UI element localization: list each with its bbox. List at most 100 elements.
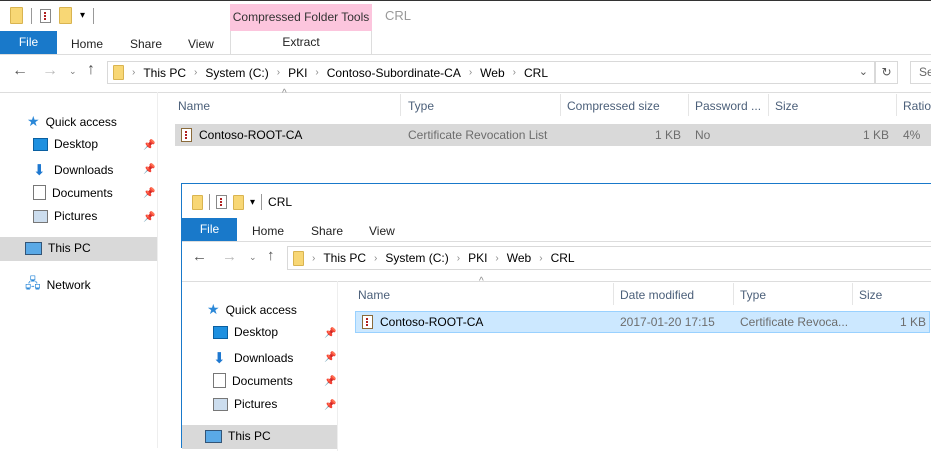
column-divider[interactable] — [613, 283, 614, 305]
new-folder-icon[interactable] — [59, 7, 72, 24]
breadcrumb-item[interactable]: This PC — [143, 66, 186, 80]
chevron-icon: › — [132, 67, 136, 78]
file-size: 1 KB — [862, 128, 889, 142]
breadcrumb-item[interactable]: Web — [507, 251, 531, 265]
recent-locations-button[interactable]: ⌄ — [249, 252, 257, 263]
table-row[interactable]: Contoso-ROOT-CA 2017-01-20 17:15 Certifi… — [355, 311, 930, 333]
pin-icon[interactable]: 📌 — [143, 188, 155, 199]
breadcrumb-item[interactable]: System (C:) — [205, 66, 268, 80]
network-icon: 🖧 — [25, 275, 41, 291]
folder-icon[interactable] — [192, 194, 203, 210]
nav-downloads[interactable]: ⬇ Downloads — [213, 349, 293, 367]
file-type: Certificate Revoca... — [740, 315, 849, 329]
column-header-compressed-size[interactable]: Compressed size — [567, 99, 660, 113]
up-button[interactable]: ↑ — [87, 61, 95, 79]
column-header-name[interactable]: Name — [358, 288, 390, 302]
column-header-ratio[interactable]: Ratio — [903, 99, 931, 113]
back-button[interactable]: ← — [12, 62, 28, 80]
nav-documents[interactable]: Documents — [213, 373, 293, 388]
column-header-date-modified[interactable]: Date modified — [620, 288, 694, 302]
breadcrumb-item[interactable]: Web — [480, 66, 504, 80]
column-divider[interactable] — [560, 94, 561, 116]
column-divider[interactable] — [733, 283, 734, 305]
recent-locations-button[interactable]: ⌄ — [69, 66, 77, 77]
column-header-type[interactable]: Type — [740, 288, 766, 302]
column-header-type[interactable]: Type — [408, 99, 434, 113]
tab-share[interactable]: Share — [130, 37, 162, 51]
pin-icon[interactable]: 📌 — [324, 376, 336, 387]
column-header-password[interactable]: Password ... — [695, 99, 761, 113]
address-dropdown-icon[interactable]: ⌄ — [859, 65, 868, 78]
address-bar[interactable]: › This PC › System (C:) › PKI › Web › CRL — [287, 246, 931, 270]
crl-file-icon — [181, 128, 192, 142]
column-divider[interactable] — [688, 94, 689, 116]
pin-icon[interactable]: 📌 — [143, 212, 155, 223]
properties-icon[interactable] — [216, 195, 227, 209]
nav-downloads[interactable]: ⬇ Downloads — [33, 161, 113, 179]
divider — [182, 241, 931, 242]
nav-this-pc[interactable]: This PC — [25, 241, 91, 255]
sort-ascending-icon: ^ — [282, 88, 287, 99]
chevron-icon: › — [276, 67, 281, 78]
forward-button[interactable]: → — [42, 62, 58, 80]
refresh-button[interactable]: ↻ — [875, 61, 898, 84]
chevron-icon: › — [312, 252, 316, 264]
breadcrumb-item[interactable]: CRL — [551, 251, 575, 265]
nav-label: Quick access — [45, 114, 117, 129]
nav-label: Network — [46, 278, 91, 292]
column-divider[interactable] — [768, 94, 769, 116]
tab-file[interactable]: File — [182, 218, 237, 241]
column-divider[interactable] — [896, 94, 897, 116]
nav-this-pc[interactable]: This PC — [205, 429, 271, 443]
up-button[interactable]: ↑ — [267, 247, 275, 264]
column-divider[interactable] — [400, 94, 401, 116]
nav-pictures[interactable]: Pictures — [213, 397, 277, 411]
customize-toolbar-icon[interactable]: ▾ — [250, 197, 255, 208]
nav-quick-access[interactable]: ★ Quick access — [27, 113, 117, 130]
customize-toolbar-icon[interactable]: ▾ — [80, 10, 85, 21]
nav-quick-access[interactable]: ★ Quick access — [207, 301, 297, 318]
folder-icon[interactable] — [10, 7, 23, 24]
front-window: ▾ CRL File Home Share View ← → ⌄ ↑ › This… — [181, 183, 931, 451]
nav-network[interactable]: 🖧 Network — [25, 273, 91, 297]
quick-access-toolbar: ▾ — [10, 7, 95, 24]
tab-view[interactable]: View — [369, 224, 395, 238]
divider — [209, 194, 210, 210]
tab-extract[interactable]: Extract — [230, 31, 372, 54]
address-bar[interactable]: › This PC › System (C:) › PKI › Contoso-Subo… — [107, 61, 875, 84]
tab-home[interactable]: Home — [252, 224, 284, 238]
pin-icon[interactable]: 📌 — [324, 328, 336, 339]
breadcrumb-item[interactable]: Contoso-Subordinate-CA — [327, 66, 461, 80]
computer-icon — [205, 429, 222, 443]
forward-button[interactable]: → — [222, 248, 237, 265]
file-password: No — [695, 128, 711, 142]
pin-icon[interactable]: 📌 — [324, 352, 336, 363]
column-header-size[interactable]: Size — [859, 288, 882, 302]
breadcrumb-item[interactable]: PKI — [288, 66, 307, 80]
nav-pictures[interactable]: Pictures — [33, 209, 97, 223]
breadcrumb-item[interactable]: CRL — [524, 66, 548, 80]
new-folder-icon[interactable] — [233, 194, 244, 210]
properties-icon[interactable] — [40, 8, 51, 23]
tab-file[interactable]: File — [0, 31, 57, 54]
pin-icon[interactable]: 📌 — [143, 164, 155, 175]
desktop-icon — [213, 325, 228, 339]
tab-home[interactable]: Home — [71, 37, 103, 51]
nav-desktop[interactable]: Desktop — [213, 325, 278, 339]
breadcrumb-item[interactable]: System (C:) — [385, 251, 448, 265]
breadcrumb-item[interactable]: This PC — [323, 251, 366, 265]
pin-icon[interactable]: 📌 — [143, 140, 155, 151]
tab-share[interactable]: Share — [311, 224, 343, 238]
divider — [182, 281, 931, 282]
pin-icon[interactable]: 📌 — [324, 400, 336, 411]
nav-documents[interactable]: Documents — [33, 185, 113, 200]
search-input[interactable]: Se — [910, 61, 931, 84]
tab-view[interactable]: View — [188, 37, 214, 51]
table-row[interactable]: Contoso-ROOT-CA Certificate Revocation L… — [175, 124, 931, 146]
nav-desktop[interactable]: Desktop — [33, 137, 98, 151]
column-header-name[interactable]: Name — [178, 99, 210, 113]
column-header-size[interactable]: Size — [775, 99, 798, 113]
breadcrumb-item[interactable]: PKI — [468, 251, 487, 265]
column-divider[interactable] — [852, 283, 853, 305]
back-button[interactable]: ← — [192, 248, 207, 265]
